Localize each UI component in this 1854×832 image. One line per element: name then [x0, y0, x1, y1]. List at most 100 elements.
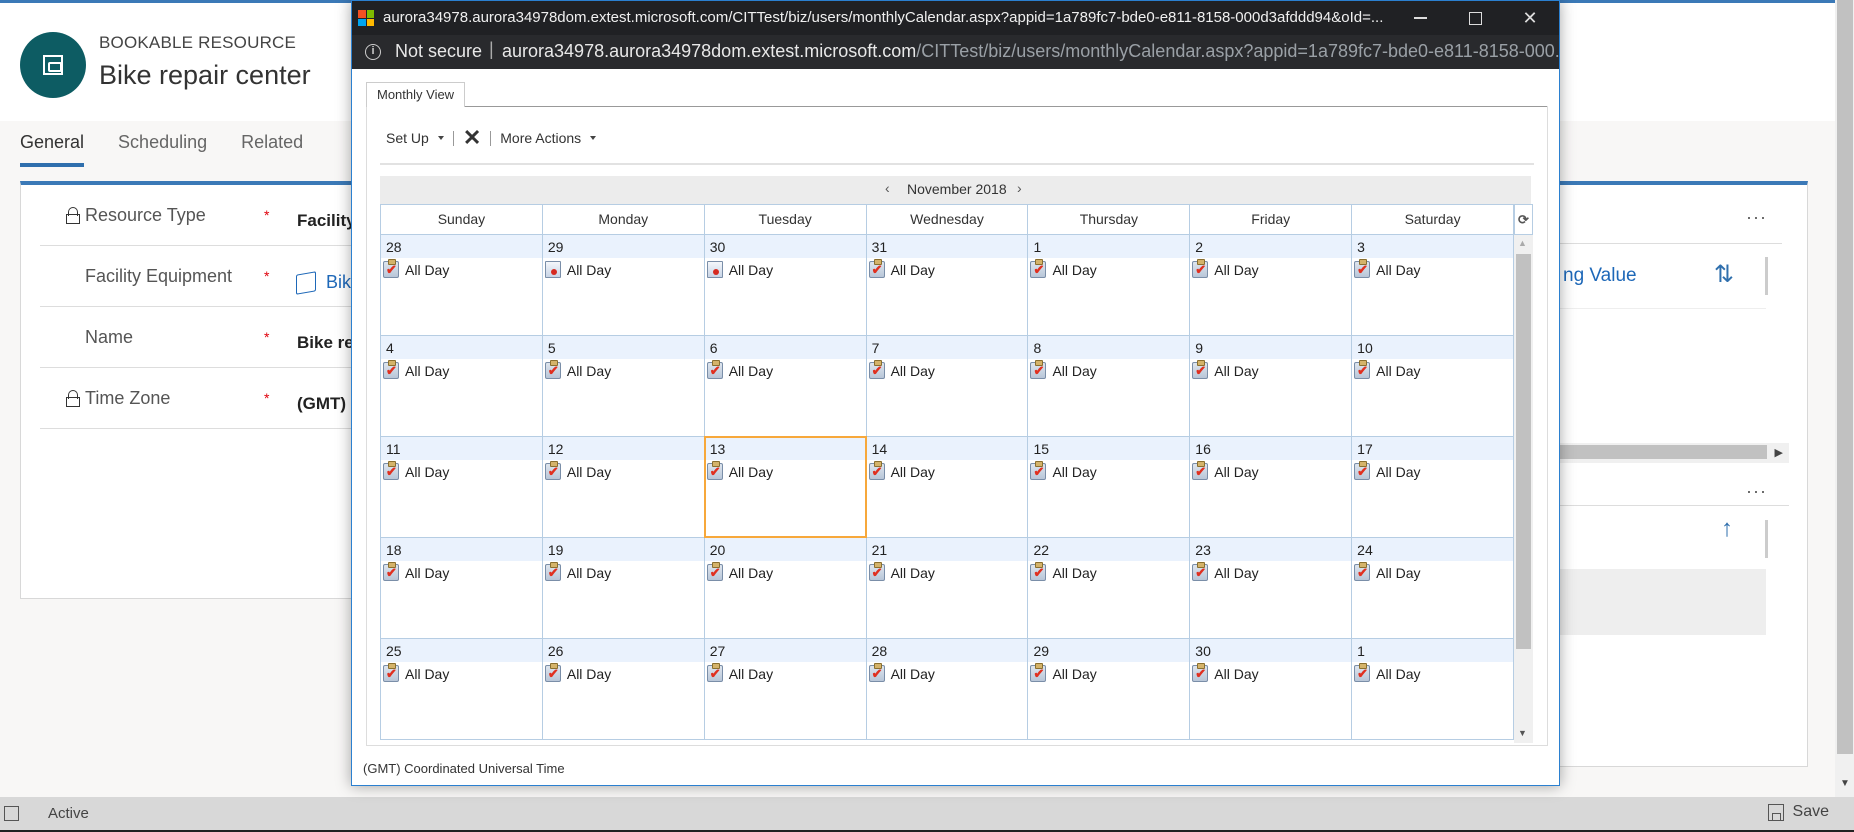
setup-button[interactable]: Set Up	[386, 130, 444, 146]
calendar-event[interactable]: All Day	[705, 258, 866, 281]
calendar-event[interactable]: All Day	[1352, 460, 1513, 483]
calendar-day-cell[interactable]: 2 All Day	[1190, 235, 1353, 336]
calendar-event[interactable]: All Day	[1028, 258, 1189, 281]
calendar-event[interactable]: All Day	[1352, 662, 1513, 685]
column-resizer[interactable]	[1765, 257, 1768, 295]
resource-type-value[interactable]: Facility	[297, 211, 356, 231]
open-in-window-icon[interactable]	[4, 806, 19, 821]
calendar-day-cell[interactable]: 11 All Day	[381, 437, 543, 538]
calendar-event[interactable]: All Day	[543, 359, 704, 382]
close-button[interactable]: ✕	[1502, 1, 1558, 35]
calendar-day-cell[interactable]: 17 All Day	[1352, 437, 1515, 538]
calendar-event[interactable]: All Day	[867, 561, 1028, 584]
calendar-day-cell[interactable]: 3 All Day	[1352, 235, 1515, 336]
calendar-event[interactable]: All Day	[1028, 662, 1189, 685]
horizontal-scrollbar[interactable]: ▶	[1541, 443, 1789, 463]
tab-related[interactable]: Related	[241, 132, 303, 167]
calendar-day-cell[interactable]: 25 All Day	[381, 639, 543, 740]
delete-icon[interactable]: ✕	[463, 127, 481, 149]
calendar-event[interactable]: All Day	[705, 460, 866, 483]
calendar-day-cell[interactable]: 20 All Day	[704, 538, 867, 639]
calendar-event[interactable]: All Day	[543, 460, 704, 483]
calendar-event[interactable]: All Day	[867, 460, 1028, 483]
tab-general[interactable]: General	[20, 132, 85, 167]
window-titlebar[interactable]: aurora34978.aurora34978dom.extest.micros…	[352, 1, 1559, 35]
scroll-down-icon[interactable]: ▼	[1840, 778, 1850, 789]
scrollbar-thumb[interactable]	[1837, 0, 1853, 754]
calendar-event[interactable]: All Day	[867, 662, 1028, 685]
scrollbar-thumb[interactable]	[1541, 445, 1767, 459]
calendar-event[interactable]: All Day	[381, 460, 542, 483]
scroll-down-icon[interactable]: ▼	[1518, 728, 1527, 738]
calendar-day-cell[interactable]: 23 All Day	[1190, 538, 1353, 639]
calendar-event[interactable]: All Day	[867, 359, 1028, 382]
grid-column-header[interactable]: ng Value	[1563, 265, 1637, 287]
calendar-event[interactable]: All Day	[1352, 258, 1513, 281]
calendar-event[interactable]: All Day	[1190, 662, 1351, 685]
more-options-icon[interactable]: ···	[1746, 207, 1767, 228]
calendar-day-cell[interactable]: 26 All Day	[542, 639, 705, 740]
more-options-icon[interactable]: ···	[1746, 481, 1767, 502]
calendar-day-cell[interactable]: 7 All Day	[866, 336, 1029, 437]
calendar-event[interactable]: All Day	[543, 561, 704, 584]
calendar-event[interactable]: All Day	[1028, 460, 1189, 483]
minimize-button[interactable]	[1392, 1, 1448, 35]
calendar-day-cell[interactable]: 1 All Day	[1028, 235, 1191, 336]
address-bar[interactable]: i Not secure | aurora34978.aurora34978do…	[352, 35, 1559, 69]
calendar-event[interactable]: All Day	[867, 258, 1028, 281]
calendar-day-cell[interactable]: 15 All Day	[1028, 437, 1191, 538]
calendar-day-cell[interactable]: 30 All Day	[704, 235, 867, 336]
calendar-day-cell[interactable]: 29 All Day	[1028, 639, 1191, 740]
calendar-day-cell[interactable]: 21 All Day	[866, 538, 1029, 639]
calendar-day-cell[interactable]: 1 All Day	[1352, 639, 1515, 740]
info-icon[interactable]: i	[365, 44, 381, 60]
page-scrollbar[interactable]: ▼	[1835, 0, 1854, 797]
calendar-day-cell[interactable]: 5 All Day	[542, 336, 705, 437]
calendar-event[interactable]: All Day	[381, 561, 542, 584]
calendar-event[interactable]: All Day	[1028, 359, 1189, 382]
more-actions-button[interactable]: More Actions	[500, 130, 597, 146]
refresh-icon[interactable]: ⟳	[1514, 204, 1533, 235]
sort-ascending-icon[interactable]: ↑	[1721, 515, 1733, 543]
previous-month-icon[interactable]: ‹	[885, 180, 890, 196]
tab-monthly-view[interactable]: Monthly View	[366, 82, 466, 107]
calendar-day-cell[interactable]: 28 All Day	[866, 639, 1029, 740]
sort-icon[interactable]: ⇅	[1714, 260, 1734, 289]
calendar-day-cell[interactable]: 12 All Day	[542, 437, 705, 538]
save-button[interactable]: Save	[1767, 803, 1829, 821]
calendar-day-cell[interactable]: 24 All Day	[1352, 538, 1515, 639]
tab-scheduling[interactable]: Scheduling	[118, 132, 207, 167]
calendar-day-cell[interactable]: 8 All Day	[1028, 336, 1191, 437]
calendar-day-cell[interactable]: 30 All Day	[1190, 639, 1353, 740]
calendar-day-cell[interactable]: 31 All Day	[866, 235, 1029, 336]
url[interactable]: aurora34978.aurora34978dom.extest.micros…	[502, 41, 1559, 62]
column-resizer[interactable]	[1765, 520, 1768, 558]
calendar-event[interactable]: All Day	[1190, 359, 1351, 382]
calendar-event[interactable]: All Day	[381, 359, 542, 382]
calendar-event[interactable]: All Day	[543, 662, 704, 685]
calendar-day-cell[interactable]: 13 All Day	[703, 436, 867, 538]
calendar-event[interactable]: All Day	[705, 359, 866, 382]
calendar-event[interactable]: All Day	[543, 258, 704, 281]
calendar-event[interactable]: All Day	[1352, 561, 1513, 584]
calendar-day-cell[interactable]: 28 All Day	[381, 235, 543, 336]
calendar-day-cell[interactable]: 9 All Day	[1190, 336, 1353, 437]
calendar-event[interactable]: All Day	[705, 662, 866, 685]
calendar-day-cell[interactable]: 4 All Day	[381, 336, 543, 437]
calendar-day-cell[interactable]: 18 All Day	[381, 538, 543, 639]
calendar-day-cell[interactable]: 22 All Day	[1028, 538, 1191, 639]
calendar-event[interactable]: All Day	[1190, 561, 1351, 584]
calendar-day-cell[interactable]: 29 All Day	[542, 235, 705, 336]
calendar-event[interactable]: All Day	[1190, 460, 1351, 483]
calendar-event[interactable]: All Day	[381, 662, 542, 685]
scrollbar-thumb[interactable]	[1516, 254, 1531, 649]
calendar-day-cell[interactable]: 6 All Day	[704, 336, 867, 437]
calendar-day-cell[interactable]: 14 All Day	[866, 437, 1029, 538]
scroll-right-icon[interactable]: ▶	[1775, 446, 1783, 459]
calendar-day-cell[interactable]: 19 All Day	[542, 538, 705, 639]
maximize-button[interactable]	[1447, 1, 1503, 35]
calendar-event[interactable]: All Day	[1352, 359, 1513, 382]
scroll-up-icon[interactable]: ▲	[1518, 238, 1527, 248]
calendar-day-cell[interactable]: 27 All Day	[704, 639, 867, 740]
calendar-event[interactable]: All Day	[1190, 258, 1351, 281]
